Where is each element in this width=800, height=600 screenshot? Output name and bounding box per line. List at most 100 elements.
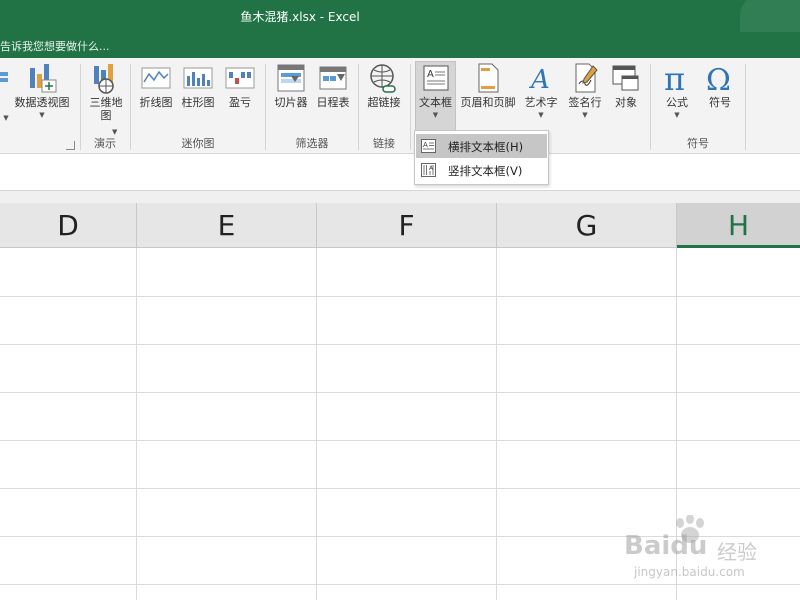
column-header-d[interactable]: D — [0, 203, 137, 248]
chevron-down-icon: ▼ — [582, 111, 588, 119]
svg-text:π: π — [664, 62, 685, 94]
textbox-dropdown-menu: A 横排文本框(H) A 竖排文本框(V) — [414, 130, 549, 185]
hyperlink-label: 超链接 — [367, 96, 401, 109]
svg-text:A: A — [423, 141, 428, 149]
signature-line-icon — [575, 63, 598, 93]
column-header-f[interactable]: F — [317, 203, 497, 248]
svg-text:A: A — [529, 65, 550, 94]
group-label-symbols: 符号 — [687, 137, 709, 150]
grid-line — [136, 248, 137, 600]
timeline-label: 日程表 — [316, 96, 350, 109]
chevron-down-icon: ▼ — [39, 111, 45, 119]
header-footer-button[interactable]: 页眉和页脚 — [458, 62, 518, 110]
sparkline-column-label: 柱形图 — [181, 96, 215, 109]
chevron-down-icon: ▼ — [432, 111, 439, 119]
header-footer-label: 页眉和页脚 — [460, 96, 516, 109]
window-title: 鱼木混猪.xlsx - Excel — [240, 10, 360, 24]
grid-spacer — [0, 191, 800, 203]
hyperlink-icon — [370, 64, 396, 93]
watermark-url: jingyan.baidu.com — [634, 565, 745, 579]
tell-me-bar: 告诉我您想要做什么... — [0, 32, 800, 58]
grid-line — [0, 488, 800, 489]
equation-icon: π — [664, 62, 685, 94]
group-label-sparklines: 迷你图 — [181, 137, 215, 150]
sparkline-winloss-label: 盈亏 — [229, 96, 251, 109]
textbox-button[interactable]: A 文本框 ▼ — [415, 61, 456, 131]
sparkline-column-button[interactable]: 柱形图 — [178, 62, 218, 110]
horizontal-textbox-icon: A — [421, 139, 436, 153]
menu-item-vertical-textbox[interactable]: A 竖排文本框(V) — [416, 158, 547, 182]
tell-me-input[interactable]: 告诉我您想要做什么... — [0, 38, 110, 54]
3d-map-label: 三维地 图 — [89, 96, 123, 122]
pivotchart-label: 数据透视图 — [14, 96, 70, 109]
column-header-h[interactable]: H — [677, 203, 800, 248]
menu-item-label: 竖排文本框(V) — [448, 164, 523, 178]
group-separator — [265, 64, 266, 150]
group-label-links: 链接 — [373, 137, 395, 150]
timeline-icon — [319, 66, 347, 90]
svg-text:A: A — [427, 69, 434, 80]
equation-button[interactable]: π 公式 ▼ — [656, 62, 698, 119]
hyperlink-button[interactable]: 超链接 — [362, 62, 406, 110]
column-header-g[interactable]: G — [497, 203, 677, 248]
object-label: 对象 — [615, 96, 637, 109]
sparkline-line-button[interactable]: 折线图 — [136, 62, 176, 110]
chevron-down-icon: ▼ — [538, 111, 544, 119]
signature-line-button[interactable]: 签名行 ▼ — [564, 62, 606, 119]
wordart-label: 艺术字 — [524, 96, 558, 109]
wordart-icon: A — [529, 65, 550, 94]
sparkline-column-icon — [183, 67, 213, 89]
signature-line-label: 签名行 — [568, 96, 602, 109]
grid-line — [316, 248, 317, 600]
wordart-button[interactable]: A 艺术字 ▼ — [520, 62, 562, 119]
svg-text:Ω: Ω — [706, 63, 731, 94]
pivotchart-button[interactable]: 数据透视图 ▼ — [10, 62, 74, 119]
grid-line — [496, 248, 497, 600]
group-separator — [130, 64, 131, 150]
title-bar: 鱼木混猪.xlsx - Excel — [0, 0, 800, 40]
3d-map-button[interactable]: 三维地 图 ▼ — [86, 62, 126, 136]
slicer-icon — [277, 64, 305, 92]
sparkline-winloss-button[interactable]: 盈亏 — [220, 62, 260, 110]
vertical-textbox-icon: A — [421, 163, 436, 177]
timeline-button[interactable]: 日程表 — [312, 62, 354, 110]
formula-bar[interactable] — [0, 154, 800, 191]
symbol-label: 符号 — [709, 96, 731, 109]
symbol-icon: Ω — [706, 63, 731, 94]
object-button[interactable]: 对象 — [606, 62, 646, 110]
grid-line — [0, 392, 800, 393]
menu-item-horizontal-textbox[interactable]: A 横排文本框(H) — [416, 134, 547, 158]
sparkline-line-icon — [141, 67, 171, 89]
pivotchart-icon — [30, 64, 57, 93]
grid-line — [0, 344, 800, 345]
dialog-launcher-icon[interactable] — [66, 141, 75, 150]
group-label-tours: 演示 — [94, 137, 116, 150]
symbol-button[interactable]: Ω 符号 — [700, 62, 740, 110]
object-icon — [612, 65, 639, 91]
textbox-icon: A — [423, 65, 448, 91]
group-separator — [650, 64, 651, 150]
slicer-button[interactable]: 切片器 — [270, 62, 312, 110]
group-separator — [358, 64, 359, 150]
ribbon-insert: ▼ 数据透视图 ▼ 三维地 图 ▼ 演示 折线图 柱形图 盈亏 迷你图 切片器 … — [0, 58, 800, 154]
column-header-e[interactable]: E — [137, 203, 317, 248]
grid-line — [0, 296, 800, 297]
group-separator — [745, 64, 746, 150]
group-separator — [80, 64, 81, 150]
sparkline-line-label: 折线图 — [139, 96, 173, 109]
baidu-watermark: Baidu 经验 jingyan.baidu.com — [612, 515, 800, 600]
slicer-label: 切片器 — [274, 96, 308, 109]
group-label-filters: 筛选器 — [295, 137, 329, 150]
column-headers: D E F G H — [0, 203, 800, 248]
watermark-subtitle: 经验 — [717, 540, 757, 564]
textbox-label: 文本框 — [419, 96, 452, 109]
sparkline-winloss-icon — [225, 67, 255, 89]
group-separator — [410, 64, 411, 150]
chevron-down-icon: ▼ — [674, 111, 680, 119]
menu-item-label: 横排文本框(H) — [448, 140, 524, 154]
header-footer-icon — [478, 63, 499, 93]
watermark-brand: Baidu — [624, 531, 708, 561]
3d-map-icon — [94, 64, 114, 94]
equation-label: 公式 — [666, 96, 688, 109]
grid-line — [0, 440, 800, 441]
